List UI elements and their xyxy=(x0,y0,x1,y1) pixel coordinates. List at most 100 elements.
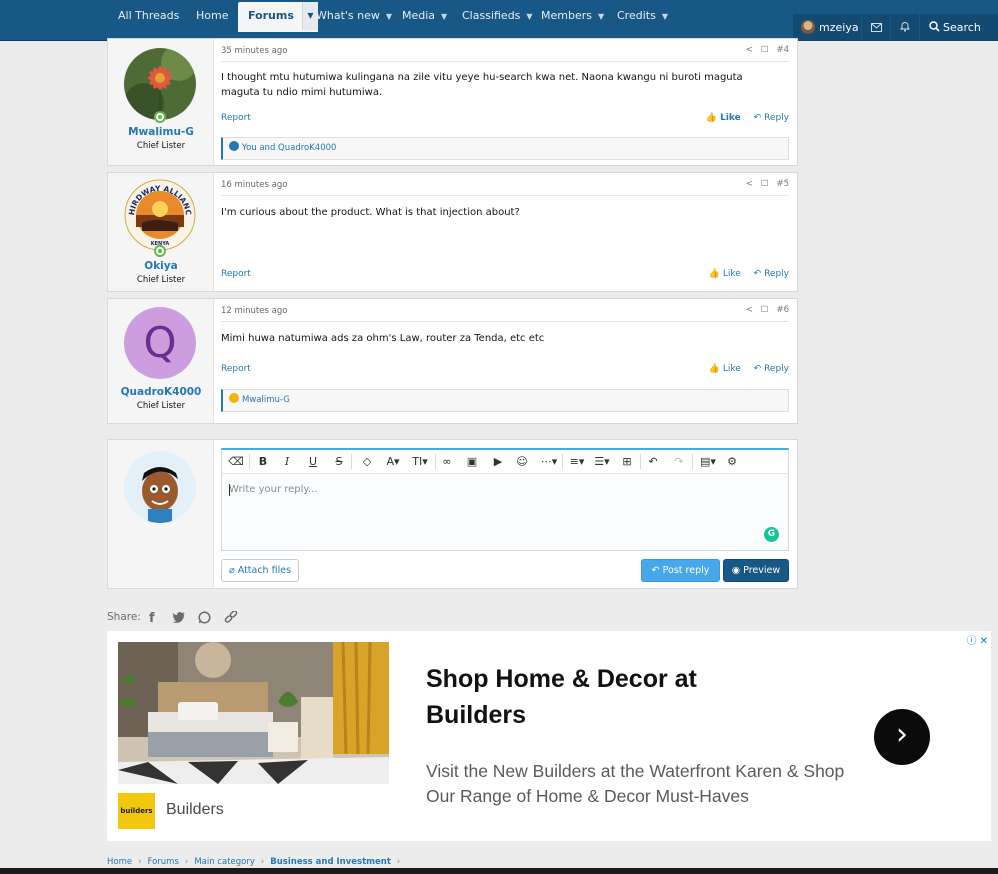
post-timestamp[interactable]: 16 minutes ago xyxy=(221,180,287,190)
bookmark-icon[interactable]: ☐ xyxy=(761,45,769,55)
image-icon[interactable]: ▣ xyxy=(464,454,480,470)
search-button[interactable]: Search xyxy=(920,14,998,41)
avatar[interactable] xyxy=(124,48,196,120)
chevron-down-icon[interactable]: ▼ xyxy=(662,1,668,33)
post-username[interactable]: Mwalimu-G xyxy=(108,126,214,138)
list-icon[interactable]: ☰▾ xyxy=(591,454,613,470)
reply-button[interactable]: ↶ Reply xyxy=(754,364,789,374)
link-icon[interactable]: ∞ xyxy=(440,454,454,470)
avatar xyxy=(801,20,815,34)
chevron-down-icon[interactable]: ▼ xyxy=(386,1,392,33)
reply-button[interactable]: ↶ Reply xyxy=(754,113,789,123)
thumbs-up-icon: 👍 xyxy=(708,364,720,374)
report-link[interactable]: Report xyxy=(221,364,251,374)
advertisement[interactable]: builders Builders Shop Home & Decor at B… xyxy=(107,631,991,841)
post-body: Mimi huwa natumiwa ads za ohm's Law, rou… xyxy=(221,333,545,344)
post-user-column: Q QuadroK4000 Chief Lister xyxy=(108,299,214,423)
post-user-column: THIRDWAY ALLIANCE KENYA Okiya Chief List… xyxy=(108,173,214,291)
reply-input[interactable]: Write your reply... xyxy=(229,484,317,495)
ad-image[interactable] xyxy=(118,642,389,784)
post-number[interactable]: #6 xyxy=(776,305,789,315)
emoji-icon[interactable]: ☺ xyxy=(515,454,529,470)
text-color-icon[interactable]: ◇ xyxy=(360,454,374,470)
like-button[interactable]: 👍 Like xyxy=(709,364,741,374)
font-family-icon[interactable]: A▾ xyxy=(382,454,404,470)
chevron-down-icon[interactable]: ▼ xyxy=(598,1,604,33)
inbox-icon[interactable] xyxy=(862,14,890,41)
post-number[interactable]: #5 xyxy=(776,179,789,189)
more-options-icon[interactable]: ⋯▾ xyxy=(538,454,560,470)
underline-icon[interactable]: U xyxy=(306,454,320,470)
builders-logo[interactable]: builders xyxy=(118,793,155,829)
post-body: I thought mtu hutumiwa kulingana na zile… xyxy=(221,72,743,98)
avatar[interactable] xyxy=(124,451,196,523)
like-button[interactable]: 👍 Like xyxy=(706,113,741,123)
message-actions: < ☐ #4 xyxy=(738,45,789,55)
nav-media[interactable]: Media ▼ xyxy=(402,0,447,32)
haha-reaction-icon xyxy=(229,393,239,403)
reply-button[interactable]: ↶ Reply xyxy=(754,269,789,279)
ad-headline[interactable]: Shop Home & Decor at Builders xyxy=(426,661,756,733)
twitter-icon[interactable] xyxy=(172,611,186,627)
post-number[interactable]: #4 xyxy=(776,45,789,55)
reply-editor[interactable]: ⌫ B I U S ◇ A▾ TI▾ ∞ ▣ ▶ ☺ ⋯▾ ≡▾ ☰▾ ⊞ ↶ … xyxy=(221,448,789,551)
ad-description[interactable]: Visit the New Builders at the Waterfront… xyxy=(426,759,846,809)
nav-home[interactable]: Home xyxy=(196,0,228,32)
font-size-icon[interactable]: TI▾ xyxy=(408,454,432,470)
chevron-down-icon[interactable]: ▼ xyxy=(441,1,447,33)
attach-files-button[interactable]: ⌀ Attach files xyxy=(221,559,299,582)
reactions-bar[interactable]: Mwalimu-G xyxy=(221,389,789,412)
align-icon[interactable]: ≡▾ xyxy=(567,454,587,470)
gear-icon[interactable]: ⚙ xyxy=(725,454,739,470)
report-link[interactable]: Report xyxy=(221,113,251,123)
post-timestamp[interactable]: 12 minutes ago xyxy=(221,306,287,316)
post-reply-button[interactable]: ↶ Post reply xyxy=(641,559,720,582)
avatar[interactable]: Q xyxy=(124,307,196,379)
nav-classifieds[interactable]: Classifieds ▼ xyxy=(462,0,533,32)
reactions-bar[interactable]: You and QuadroK4000 xyxy=(221,137,789,160)
breadcrumb-home[interactable]: Home xyxy=(107,857,132,867)
post-timestamp[interactable]: 35 minutes ago xyxy=(221,46,287,56)
undo-icon[interactable]: ↶ xyxy=(646,454,660,470)
breadcrumb-business[interactable]: Business and Investment xyxy=(270,857,391,867)
video-icon[interactable]: ▶ xyxy=(490,454,506,470)
ad-arrow-button[interactable]: › xyxy=(874,709,930,765)
strikethrough-icon[interactable]: S xyxy=(332,454,346,470)
preview-button[interactable]: ◉ Preview xyxy=(723,559,789,582)
nav-all-threads[interactable]: All Threads xyxy=(118,0,179,32)
ad-brand[interactable]: Builders xyxy=(166,801,224,819)
facebook-icon[interactable]: f xyxy=(149,611,155,626)
ad-choices-icon[interactable]: ⓘ ✕ xyxy=(966,632,988,647)
chevron-down-icon[interactable]: ▼ xyxy=(526,1,532,33)
grammarly-icon[interactable]: G xyxy=(764,527,779,542)
link-icon[interactable] xyxy=(224,610,238,629)
bookmark-icon[interactable]: ☐ xyxy=(761,179,769,189)
nav-forums[interactable]: Forums ▼ xyxy=(238,2,318,32)
share-icon[interactable]: < xyxy=(746,305,753,315)
bold-icon[interactable]: B xyxy=(256,454,270,470)
bell-icon[interactable] xyxy=(891,14,919,41)
breadcrumb-main-category[interactable]: Main category xyxy=(194,857,255,867)
drafts-icon[interactable]: ▤▾ xyxy=(697,454,719,470)
like-button[interactable]: 👍 Like xyxy=(709,269,741,279)
toolbar-divider xyxy=(351,454,352,469)
account-menu[interactable]: mzeiya xyxy=(793,14,861,41)
table-icon[interactable]: ⊞ xyxy=(620,454,634,470)
search-icon xyxy=(929,21,940,32)
post-username[interactable]: Okiya xyxy=(108,260,214,272)
post-username[interactable]: QuadroK4000 xyxy=(108,386,214,398)
nav-whats-new[interactable]: What's new ▼ xyxy=(316,0,392,32)
breadcrumb-forums[interactable]: Forums xyxy=(148,857,179,867)
nav-members[interactable]: Members ▼ xyxy=(541,0,604,32)
eraser-icon[interactable]: ⌫ xyxy=(228,454,244,470)
nav-credits[interactable]: Credits ▼ xyxy=(617,0,668,32)
share-icon[interactable]: < xyxy=(746,179,753,189)
report-link[interactable]: Report xyxy=(221,269,251,279)
bookmark-icon[interactable]: ☐ xyxy=(761,305,769,315)
italic-icon[interactable]: I xyxy=(280,454,294,470)
message-header: 12 minutes ago < ☐ #6 xyxy=(221,304,789,322)
redo-icon[interactable]: ↷ xyxy=(672,454,686,470)
whatsapp-icon[interactable] xyxy=(198,611,211,628)
share-icon[interactable]: < xyxy=(746,45,753,55)
avatar[interactable]: THIRDWAY ALLIANCE KENYA xyxy=(124,179,196,251)
